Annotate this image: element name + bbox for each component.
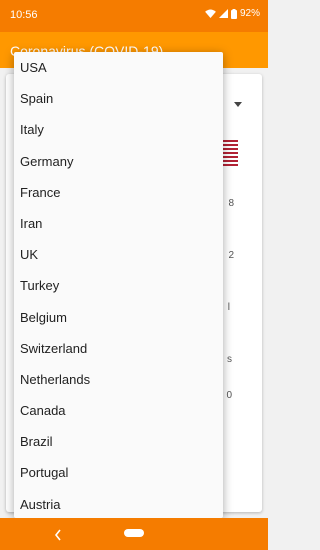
country-option-turkey[interactable]: Turkey [14, 270, 223, 301]
stat-value-peek: l [227, 302, 230, 313]
stat-value-peek: 8 [228, 198, 234, 209]
status-icons: 92% [205, 8, 260, 19]
country-option-netherlands[interactable]: Netherlands [14, 364, 223, 395]
status-time: 10:56 [10, 9, 38, 21]
country-option-france[interactable]: France [14, 177, 223, 208]
country-option-austria[interactable]: Austria [14, 489, 223, 518]
stat-value-peek: s [227, 354, 232, 365]
country-option-italy[interactable]: Italy [14, 114, 223, 145]
country-option-canada[interactable]: Canada [14, 395, 223, 426]
country-option-switzerland[interactable]: Switzerland [14, 333, 223, 364]
country-dropdown-list: USA Spain Italy Germany France Iran UK T… [14, 52, 223, 518]
stat-value-peek: 2 [228, 250, 234, 261]
navigation-bar [0, 518, 268, 550]
battery-percent: 92% [239, 8, 260, 19]
country-option-portugal[interactable]: Portugal [14, 457, 223, 488]
country-option-belgium[interactable]: Belgium [14, 302, 223, 333]
chevron-down-icon[interactable] [234, 102, 242, 107]
home-pill-icon[interactable] [124, 529, 144, 537]
country-option-iran[interactable]: Iran [14, 208, 223, 239]
country-option-spain[interactable]: Spain [14, 83, 223, 114]
battery-icon [230, 8, 237, 19]
back-icon[interactable] [54, 528, 62, 541]
wifi-icon [205, 9, 216, 18]
country-option-germany[interactable]: Germany [14, 146, 223, 177]
country-option-uk[interactable]: UK [14, 239, 223, 270]
us-flag-icon [223, 140, 238, 168]
stat-value-peek: 0 [226, 390, 232, 401]
country-option-brazil[interactable]: Brazil [14, 426, 223, 457]
signal-icon [218, 9, 228, 18]
country-option-usa[interactable]: USA [14, 52, 223, 83]
status-bar: 10:56 92% [0, 0, 268, 32]
